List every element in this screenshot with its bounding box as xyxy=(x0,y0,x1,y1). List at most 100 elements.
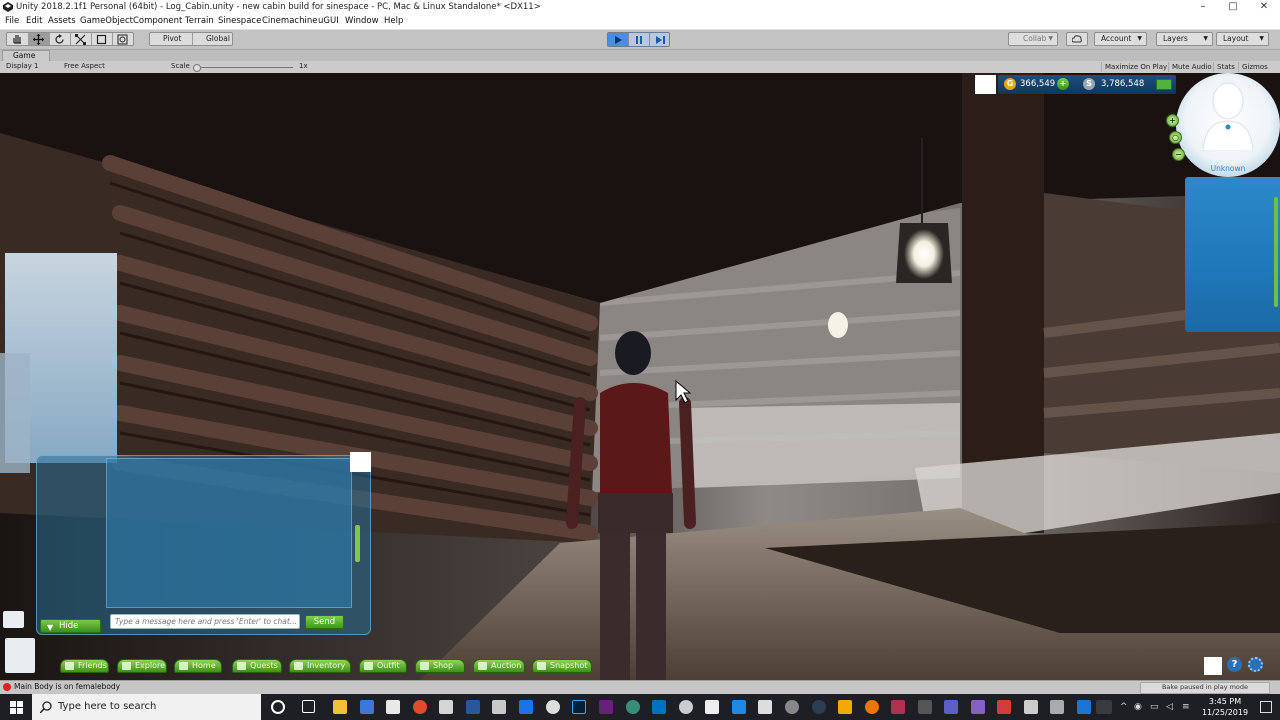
transform-tool-icon[interactable] xyxy=(112,33,133,45)
app-icon-12[interactable] xyxy=(918,700,932,714)
app-icon-9[interactable] xyxy=(812,700,826,714)
menu-component[interactable]: Component xyxy=(133,16,182,26)
scale-slider-track[interactable] xyxy=(193,67,293,68)
app-icon-11[interactable] xyxy=(891,700,905,714)
volume-icon[interactable]: ◁ xyxy=(1166,702,1173,712)
battery-icon[interactable]: ▭ xyxy=(1150,702,1159,712)
menu-gameobject[interactable]: GameObject xyxy=(80,16,133,26)
aspect-dropdown[interactable]: Free Aspect xyxy=(64,62,105,70)
nav-explore[interactable]: Explore xyxy=(117,659,167,673)
app-icon-15[interactable] xyxy=(1050,700,1064,714)
help-icon[interactable]: ? xyxy=(1227,657,1242,672)
app-icon-1[interactable] xyxy=(439,700,453,714)
app-icon-14[interactable] xyxy=(997,700,1011,714)
hide-chat-button[interactable]: ▼ Hide xyxy=(40,619,101,633)
menu-window[interactable]: Window xyxy=(345,16,379,26)
nav-shop[interactable]: Shop xyxy=(415,659,465,673)
taskbar-search[interactable]: Type here to search xyxy=(32,694,261,720)
rect-tool-icon[interactable] xyxy=(91,33,113,45)
nav-auction[interactable]: Auction xyxy=(473,659,525,673)
teams-icon[interactable] xyxy=(944,700,958,714)
photoshop-icon[interactable] xyxy=(572,700,586,714)
collab-dropdown[interactable]: Collab ▼ xyxy=(1008,32,1058,46)
app-icon-3[interactable] xyxy=(519,700,533,714)
menu-help[interactable]: Help xyxy=(384,16,403,26)
notifications-icon[interactable] xyxy=(1260,701,1272,713)
start-button[interactable] xyxy=(0,694,32,720)
minimap-panel[interactable] xyxy=(1185,177,1280,332)
menu-edit[interactable]: Edit xyxy=(26,16,42,26)
store-icon[interactable] xyxy=(360,700,374,714)
maximize-button[interactable]: □ xyxy=(1218,0,1248,15)
unity-taskbar-icon[interactable] xyxy=(1024,700,1038,714)
chat-input[interactable]: Type a message here and press 'Enter' to… xyxy=(110,614,300,629)
app-icon-8[interactable] xyxy=(785,700,799,714)
obs-icon[interactable] xyxy=(546,700,560,714)
calculator-icon[interactable] xyxy=(705,700,719,714)
minimize-button[interactable]: – xyxy=(1188,0,1218,15)
maximize-on-play-toggle[interactable]: Maximize On Play xyxy=(1101,62,1170,72)
minimap-scrollbar[interactable] xyxy=(1274,197,1278,307)
app-icon-17[interactable] xyxy=(1096,700,1112,714)
tab-game[interactable]: Game xyxy=(2,50,50,61)
word-icon[interactable] xyxy=(466,700,480,714)
gizmos-dropdown[interactable]: Gizmos xyxy=(1238,62,1271,72)
app-icon-2[interactable] xyxy=(492,700,506,714)
pivot-button[interactable]: Pivot xyxy=(150,33,193,45)
chat-log[interactable] xyxy=(106,458,352,608)
zoom-in-icon[interactable]: + xyxy=(1166,114,1179,127)
menu-terrain[interactable]: Terrain xyxy=(185,16,214,26)
app-icon-16[interactable] xyxy=(1077,700,1091,714)
chat-bubble-icon[interactable] xyxy=(3,611,24,628)
outlook-icon[interactable] xyxy=(652,700,666,714)
app-icon-10[interactable] xyxy=(838,700,852,714)
global-button[interactable]: Global xyxy=(193,33,233,45)
rotate-tool-icon[interactable] xyxy=(49,33,71,45)
account-dropdown[interactable]: Account ▼ xyxy=(1094,32,1147,46)
nav-snapshot[interactable]: Snapshot xyxy=(532,659,592,673)
mail-app-icon[interactable] xyxy=(386,700,400,714)
nav-quests[interactable]: Quests xyxy=(232,659,282,673)
mute-audio-toggle[interactable]: Mute Audio xyxy=(1168,62,1215,72)
console-message[interactable]: Main Body is on femalebody xyxy=(14,682,120,691)
file-explorer-icon[interactable] xyxy=(333,700,347,714)
nav-inventory[interactable]: Inventory xyxy=(289,659,351,673)
chat-scrollbar[interactable] xyxy=(355,525,360,562)
nav-outfit[interactable]: Outfit xyxy=(359,659,407,673)
taskbar-clock[interactable]: 3:45 PM 11/25/2019 xyxy=(1200,696,1250,718)
chrome-icon[interactable] xyxy=(413,700,427,714)
menu-sinespace[interactable]: Sinespace xyxy=(218,16,261,26)
user-portrait-icon[interactable] xyxy=(5,638,35,673)
zoom-reset-icon[interactable]: ○ xyxy=(1169,131,1182,144)
menu-file[interactable]: File xyxy=(5,16,19,26)
game-view[interactable]: G 366,549 + S 3,786,548 Unknown + ○ − Ty… xyxy=(0,73,1280,680)
layout-dropdown[interactable]: Layout ▼ xyxy=(1216,32,1269,46)
app-icon-13[interactable] xyxy=(971,700,985,714)
nav-friends[interactable]: Friends xyxy=(60,659,109,673)
send-button[interactable]: Send xyxy=(305,615,344,629)
layers-dropdown[interactable]: Layers ▼ xyxy=(1156,32,1213,46)
menu-assets[interactable]: Assets xyxy=(48,16,76,26)
nav-home[interactable]: Home xyxy=(174,659,222,673)
network-icon[interactable]: ◉ xyxy=(1134,702,1142,712)
scale-slider-thumb[interactable] xyxy=(193,64,201,72)
move-tool-icon[interactable] xyxy=(28,33,50,45)
profile-avatar[interactable]: Unknown xyxy=(1176,73,1280,177)
hand-tool-icon[interactable] xyxy=(7,33,29,45)
menu-ugui[interactable]: uGUI xyxy=(318,16,339,26)
stats-toggle[interactable]: Stats xyxy=(1213,62,1238,72)
add-gold-button[interactable]: + xyxy=(1057,78,1069,90)
app-icon-4[interactable] xyxy=(626,700,640,714)
blender-icon[interactable] xyxy=(865,700,879,714)
settings-gear-icon[interactable] xyxy=(1248,657,1263,672)
menu-cinemachine[interactable]: Cinemachine xyxy=(262,16,317,26)
task-view-icon[interactable] xyxy=(302,700,315,713)
app-icon-5[interactable] xyxy=(679,700,693,714)
tray-chevron-icon[interactable]: ^ xyxy=(1120,702,1128,712)
step-button[interactable] xyxy=(650,33,670,46)
close-button[interactable]: ✕ xyxy=(1249,0,1279,15)
app-icon-6[interactable] xyxy=(732,700,746,714)
display-dropdown[interactable]: Display 1 xyxy=(6,62,38,70)
visual-studio-icon[interactable] xyxy=(599,700,613,714)
cloud-button[interactable] xyxy=(1066,32,1088,46)
